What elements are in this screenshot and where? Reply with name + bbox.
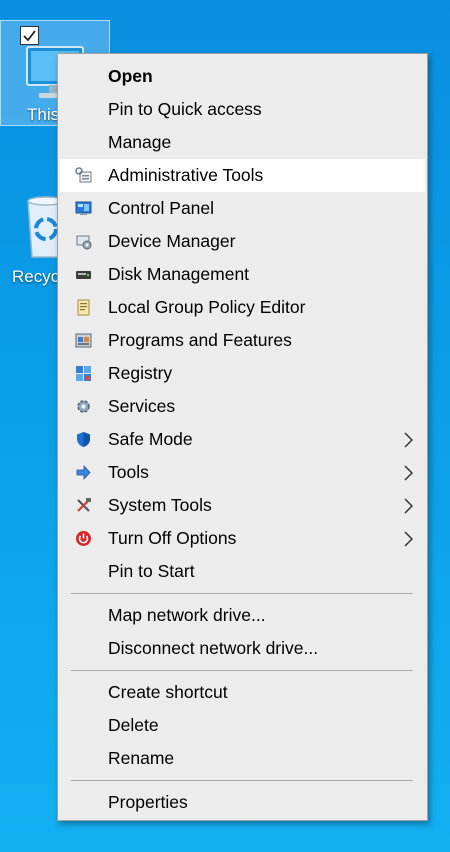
menu-item-label: Create shortcut xyxy=(108,682,228,702)
chevron-right-icon xyxy=(404,465,413,481)
menu-item-label: Disk Management xyxy=(108,264,250,284)
shield-icon xyxy=(77,432,90,447)
menu-item-turn-off-options[interactable]: Turn Off Options xyxy=(58,522,427,555)
menu-item-label: Safe Mode xyxy=(108,429,193,449)
menu-item-map-network-drive[interactable]: Map network drive... xyxy=(58,599,427,632)
menu-item-label: Device Manager xyxy=(108,231,236,251)
check-icon xyxy=(23,30,36,42)
services-icon xyxy=(77,400,90,413)
control-panel-icon xyxy=(75,201,92,215)
menu-item-label: Programs and Features xyxy=(108,330,292,350)
menu-item-label: Disconnect network drive... xyxy=(108,638,319,658)
menu-item-label: Pin to Quick access xyxy=(108,99,262,119)
menu-item-label: Services xyxy=(108,396,176,416)
menu-item-label: Open xyxy=(108,66,153,86)
menu-item-label: Control Panel xyxy=(108,198,215,218)
chevron-right-icon xyxy=(404,432,413,448)
menu-separator xyxy=(58,588,427,599)
menu-item-control-panel[interactable]: Control Panel xyxy=(58,192,427,225)
menu-item-label: Manage xyxy=(108,132,172,152)
menu-item-device-manager[interactable]: Device Manager xyxy=(58,225,427,258)
menu-item-safe-mode[interactable]: Safe Mode xyxy=(58,423,427,456)
menu-separator xyxy=(58,775,427,786)
selection-checkbox[interactable] xyxy=(20,26,39,45)
menu-item-label: Turn Off Options xyxy=(108,528,237,548)
menu-item-disk-management[interactable]: Disk Management xyxy=(58,258,427,291)
menu-item-registry[interactable]: Registry xyxy=(58,357,427,390)
menu-item-label: Pin to Start xyxy=(108,561,195,581)
registry-icon xyxy=(76,366,91,381)
programs-features-icon xyxy=(75,333,92,348)
menu-item-label: Delete xyxy=(108,715,159,735)
disk-management-icon xyxy=(76,271,91,279)
menu-item-label: Administrative Tools xyxy=(108,165,264,185)
arrow-icon xyxy=(76,464,91,481)
power-icon xyxy=(76,531,91,546)
menu-item-rename[interactable]: Rename xyxy=(58,742,427,775)
menu-item-disconnect-network-drive[interactable]: Disconnect network drive... xyxy=(58,632,427,665)
admin-tools-icon xyxy=(75,167,92,183)
chevron-right-icon xyxy=(404,531,413,547)
group-policy-icon xyxy=(77,299,90,316)
menu-item-open[interactable]: Open xyxy=(58,60,427,93)
menu-item-services[interactable]: Services xyxy=(58,390,427,423)
menu-item-label: Tools xyxy=(108,462,149,482)
tools-icon xyxy=(77,498,91,512)
menu-item-label: Rename xyxy=(108,748,175,768)
menu-item-local-group-policy-editor[interactable]: Local Group Policy Editor xyxy=(58,291,427,324)
menu-item-label: Map network drive... xyxy=(108,605,266,625)
menu-item-label: Properties xyxy=(108,792,188,812)
chevron-right-icon xyxy=(404,498,413,514)
menu-item-administrative-tools[interactable]: Administrative Tools xyxy=(60,159,425,192)
menu-item-create-shortcut[interactable]: Create shortcut xyxy=(58,676,427,709)
menu-item-label: System Tools xyxy=(108,495,212,515)
context-menu-list: Open Pin to Quick access Manage Administ… xyxy=(58,60,427,819)
menu-item-programs-and-features[interactable]: Programs and Features xyxy=(58,324,427,357)
menu-item-manage[interactable]: Manage xyxy=(58,126,427,159)
menu-item-tools[interactable]: Tools xyxy=(58,456,427,489)
menu-item-pin-quick-access[interactable]: Pin to Quick access xyxy=(58,93,427,126)
menu-separator xyxy=(58,665,427,676)
menu-item-pin-to-start[interactable]: Pin to Start xyxy=(58,555,427,588)
context-menu: Open Pin to Quick access Manage Administ… xyxy=(57,53,428,821)
menu-item-label: Registry xyxy=(108,363,173,383)
menu-item-system-tools[interactable]: System Tools xyxy=(58,489,427,522)
menu-item-delete[interactable]: Delete xyxy=(58,709,427,742)
menu-item-label: Local Group Policy Editor xyxy=(108,297,306,317)
device-manager-icon xyxy=(76,235,92,250)
menu-item-properties[interactable]: Properties xyxy=(58,786,427,819)
